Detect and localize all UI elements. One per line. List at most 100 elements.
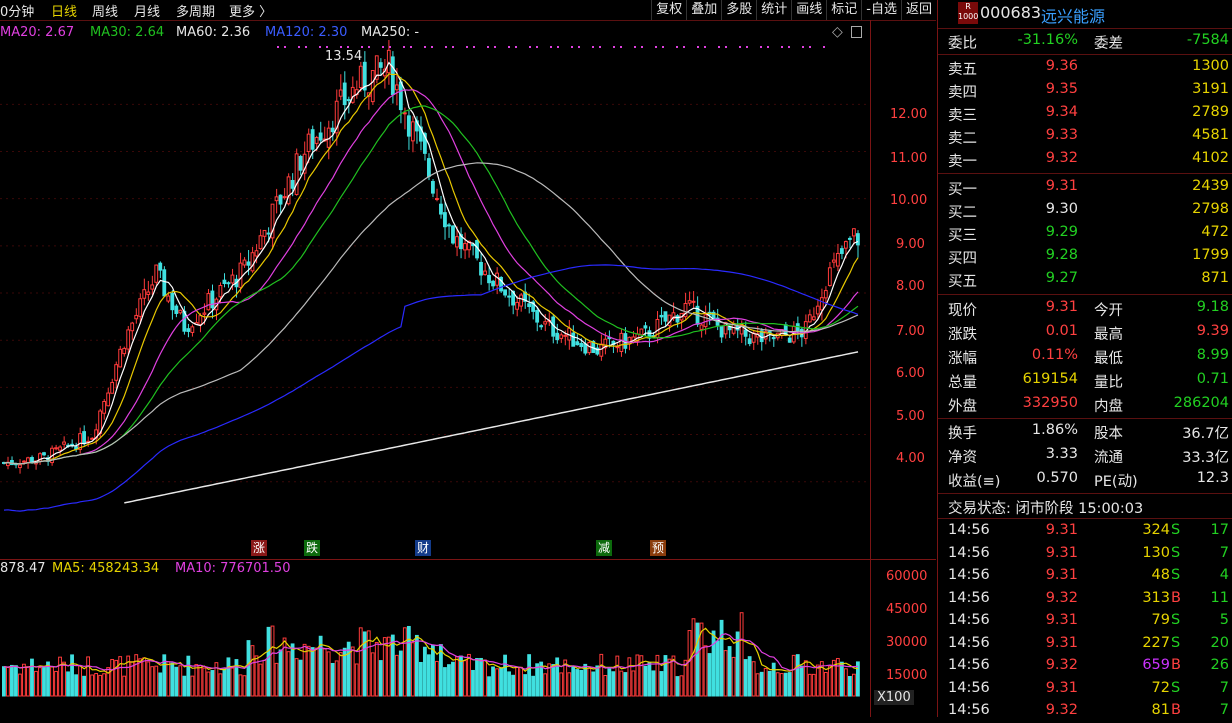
signal-dot bbox=[767, 46, 769, 48]
ask-price: 9.32 bbox=[1045, 150, 1078, 166]
volume-bar bbox=[463, 660, 467, 697]
bid-row[interactable]: 买五 9.27 871 bbox=[938, 268, 1232, 291]
tab-daily[interactable]: 日线 bbox=[51, 1, 77, 20]
ask-volume: 4102 bbox=[1192, 150, 1229, 166]
volume-bar bbox=[298, 659, 303, 697]
volume-bar bbox=[314, 647, 319, 697]
volume-bar bbox=[723, 650, 728, 697]
multi-stock-button[interactable]: 多股 bbox=[721, 0, 756, 20]
volume-bar bbox=[402, 627, 407, 697]
ask-label: 卖一 bbox=[948, 154, 977, 170]
bid-row[interactable]: 买一 9.31 2439 bbox=[938, 176, 1232, 199]
event-marker-limit-up[interactable]: 涨 bbox=[251, 540, 268, 556]
volume-bar bbox=[855, 661, 860, 697]
high-price-label: 13.54 bbox=[325, 49, 363, 64]
candle-body bbox=[491, 280, 495, 287]
stat-label: 内盘 bbox=[1094, 399, 1123, 415]
price-tick: 9.00 bbox=[896, 237, 925, 252]
volume-bar bbox=[455, 656, 459, 697]
candle-body bbox=[771, 337, 776, 340]
bid-label: 买四 bbox=[948, 251, 977, 267]
candle-body bbox=[663, 311, 668, 322]
stat-value: 286204 bbox=[1173, 395, 1229, 411]
stat-label: 涨幅 bbox=[948, 351, 977, 367]
mark-button[interactable]: 标记 bbox=[826, 0, 861, 20]
volume-bar bbox=[54, 670, 58, 697]
ask-row[interactable]: 卖二 9.33 4581 bbox=[938, 125, 1232, 148]
signal-dot bbox=[725, 46, 727, 48]
event-marker-reduce[interactable]: 减 bbox=[596, 540, 613, 556]
volume-bar bbox=[10, 664, 14, 697]
divider bbox=[938, 294, 1232, 295]
event-marker-limit-down[interactable]: 跌 bbox=[304, 540, 321, 556]
overlay-button[interactable]: 叠加 bbox=[686, 0, 721, 20]
tab-more[interactable]: 更多 〉 bbox=[229, 1, 272, 20]
volume-bar bbox=[186, 655, 191, 697]
ma30-line bbox=[3, 105, 859, 465]
tab-monthly[interactable]: 月线 bbox=[134, 1, 160, 20]
tab-10min[interactable]: 0分钟 bbox=[0, 1, 34, 20]
volume-bar bbox=[158, 672, 163, 697]
ask-row[interactable]: 卖一 9.32 4102 bbox=[938, 148, 1232, 171]
volume-bar bbox=[599, 653, 604, 697]
volume-bar bbox=[98, 674, 103, 697]
fundamental-row: 换手 1.86% 股本 36.7亿 bbox=[938, 420, 1232, 443]
candle-body bbox=[202, 312, 207, 315]
tick-row: 14:56 9.32 81 B 7 bbox=[938, 700, 1232, 723]
bid-row[interactable]: 买二 9.30 2798 bbox=[938, 199, 1232, 222]
ask-row[interactable]: 卖三 9.34 2789 bbox=[938, 102, 1232, 125]
stock-name[interactable]: 远兴能源 bbox=[1041, 3, 1105, 27]
price-tick: 10.00 bbox=[890, 193, 928, 208]
event-marker-forecast[interactable]: 预 bbox=[650, 540, 667, 556]
candlestick-chart[interactable] bbox=[0, 40, 868, 558]
divider bbox=[938, 518, 1232, 519]
tick-row: 14:56 9.31 227 S 20 bbox=[938, 633, 1232, 656]
bid-row[interactable]: 买四 9.28 1799 bbox=[938, 245, 1232, 268]
candle-body bbox=[443, 212, 447, 228]
candle-body bbox=[583, 343, 588, 354]
candle-body bbox=[18, 464, 22, 469]
order-ratio-row: 委比 -31.16% 委差 -7584 bbox=[938, 30, 1232, 53]
volume-chart[interactable] bbox=[0, 578, 868, 717]
candle-body bbox=[539, 325, 544, 328]
signal-dot bbox=[662, 46, 664, 48]
volume-bar bbox=[779, 673, 784, 697]
candle-body bbox=[198, 315, 203, 325]
diamond-icon[interactable]: ◇ bbox=[832, 24, 843, 40]
candle-body bbox=[378, 62, 383, 68]
candle-body bbox=[138, 298, 143, 317]
bid-price: 9.30 bbox=[1045, 201, 1078, 217]
volume-bar bbox=[519, 666, 524, 697]
ask-volume: 4581 bbox=[1192, 127, 1229, 143]
signal-dot bbox=[305, 46, 307, 48]
tab-multi-period[interactable]: 多周期 bbox=[176, 1, 215, 20]
stat-value: 9.39 bbox=[1196, 323, 1229, 339]
volume-bar bbox=[431, 644, 435, 697]
draw-line-button[interactable]: 画线 bbox=[791, 0, 826, 20]
candle-body bbox=[170, 292, 175, 311]
candle-body bbox=[811, 316, 816, 321]
back-button[interactable]: 返回 bbox=[900, 0, 936, 20]
candle-body bbox=[118, 348, 123, 368]
volume-bar bbox=[66, 671, 70, 697]
remove-watchlist-button[interactable]: -自选 bbox=[861, 0, 901, 20]
stat-value: 332950 bbox=[1022, 395, 1078, 411]
price-tick: 6.00 bbox=[896, 366, 925, 381]
volume-bar bbox=[218, 673, 223, 697]
ask-row[interactable]: 卖五 9.36 1300 bbox=[938, 56, 1232, 79]
signal-dot bbox=[599, 46, 601, 48]
tab-weekly[interactable]: 周线 bbox=[92, 1, 118, 20]
candle-body bbox=[314, 137, 319, 144]
statistics-button[interactable]: 统计 bbox=[756, 0, 791, 20]
panel-toggle-icon[interactable] bbox=[851, 26, 862, 38]
bid-row[interactable]: 买三 9.29 472 bbox=[938, 222, 1232, 245]
adjust-button[interactable]: 复权 bbox=[651, 0, 686, 20]
ask-row[interactable]: 卖四 9.35 3191 bbox=[938, 79, 1232, 102]
candle-body bbox=[847, 237, 852, 240]
volume-bar bbox=[739, 612, 744, 697]
volume-bar bbox=[258, 663, 263, 697]
event-marker-finance[interactable]: 财 bbox=[415, 540, 432, 556]
volume-bar bbox=[555, 657, 560, 697]
signal-dot bbox=[697, 46, 699, 48]
tick-time: 14:56 bbox=[948, 544, 990, 561]
